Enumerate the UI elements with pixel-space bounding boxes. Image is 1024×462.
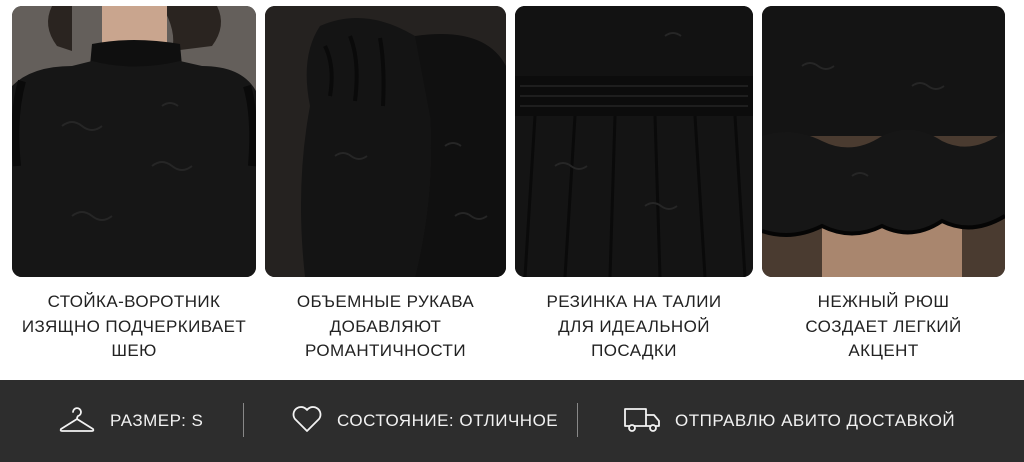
caption-line: НЕЖНЫЙ РЮШ: [817, 292, 950, 311]
photo-collar: [12, 6, 256, 277]
caption-line: ИЗЯЩНО ПОДЧЕРКИВАЕТ: [21, 316, 247, 336]
condition-info: СОСТОЯНИЕ: ОТЛИЧНОЕ: [291, 380, 558, 462]
caption-sleeve: ОБЪЕМНЫЕ РУКАВА ДОБАВЛЯЮТ РОМАНТИЧНОСТИ: [265, 290, 506, 364]
caption-line: ОБЪЕМНЫЕ РУКАВА: [296, 292, 475, 311]
hanger-icon: [58, 404, 96, 439]
condition-label: СОСТОЯНИЕ: ОТЛИЧНОЕ: [337, 411, 559, 430]
caption-ruffle: НЕЖНЫЙ РЮШ СОЗДАЕТ ЛЕГКИЙ АКЦЕНТ: [762, 290, 1005, 364]
size-label: РАЗМЕР: S: [110, 411, 204, 430]
caption-line: АКЦЕНТ: [848, 341, 919, 360]
info-bar: РАЗМЕР: S СОСТОЯНИЕ: ОТЛИЧНОЕ ОТПРАВЛЮ А…: [0, 380, 1024, 462]
heart-icon: [291, 405, 323, 438]
divider: [577, 403, 578, 437]
divider: [243, 403, 244, 437]
delivery-label: ОТПРАВЛЮ АВИТО ДОСТАВКОЙ: [675, 411, 956, 430]
caption-collar: СТОЙКА-ВОРОТНИК ИЗЯЩНО ПОДЧЕРКИВАЕТ ШЕЮ: [12, 290, 256, 364]
caption-line: РОМАНТИЧНОСТИ: [305, 341, 466, 360]
delivery-info: ОТПРАВЛЮ АВИТО ДОСТАВКОЙ: [623, 380, 955, 462]
detail-photos: [0, 0, 1024, 280]
caption-line: СТОЙКА-ВОРОТНИК: [47, 292, 221, 311]
caption-waist: РЕЗИНКА НА ТАЛИИ ДЛЯ ИДЕАЛЬНОЙ ПОСАДКИ: [515, 290, 753, 364]
caption-line: ШЕЮ: [111, 341, 157, 360]
photo-waist: [515, 6, 753, 277]
caption-line: ПОСАДКИ: [591, 341, 677, 360]
photo-ruffle: [762, 6, 1005, 277]
caption-line: ДОБАВЛЯЮТ: [329, 316, 442, 336]
photo-sleeve: [265, 6, 506, 277]
caption-line: СОЗДАЕТ ЛЕГКИЙ: [805, 316, 962, 336]
feature-captions: СТОЙКА-ВОРОТНИК ИЗЯЩНО ПОДЧЕРКИВАЕТ ШЕЮ …: [0, 290, 1024, 375]
truck-icon: [623, 404, 661, 439]
caption-line: РЕЗИНКА НА ТАЛИИ: [546, 292, 722, 311]
caption-line: ДЛЯ ИДЕАЛЬНОЙ: [558, 316, 710, 336]
size-info: РАЗМЕР: S: [58, 380, 203, 462]
